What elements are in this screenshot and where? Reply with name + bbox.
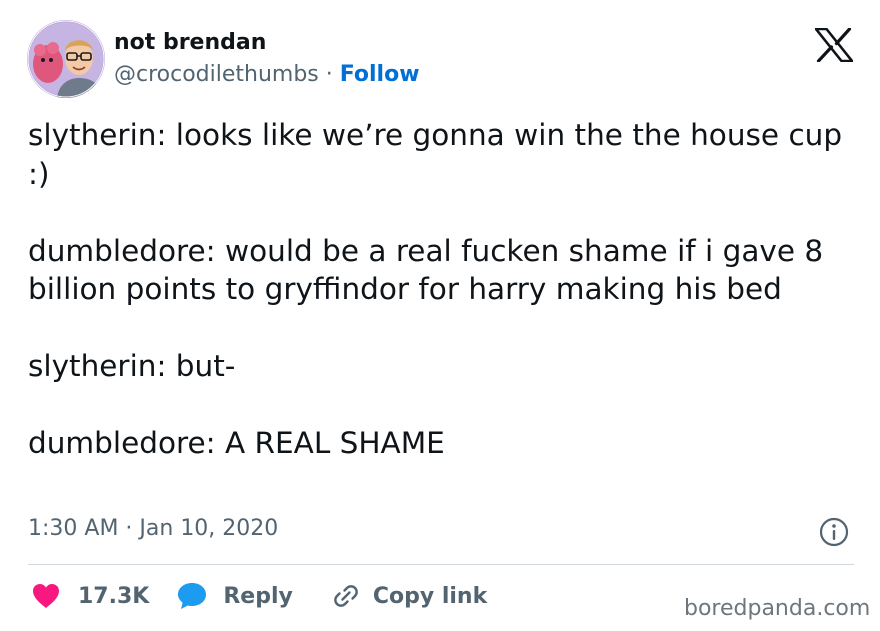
user-handle[interactable]: @crocodilethumbs [114, 62, 319, 87]
like-count: 17.3K [78, 583, 150, 609]
avatar-image [27, 20, 105, 98]
handle-separator: · [318, 62, 340, 87]
tweet-paragraph: dumbledore: A REAL SHAME [28, 426, 445, 460]
speech-bubble-icon [177, 582, 207, 610]
like-button[interactable]: 17.3K [32, 583, 149, 609]
tweet-paragraph: slytherin: but- [28, 349, 236, 383]
avatar[interactable] [27, 20, 105, 98]
follow-button[interactable]: Follow [340, 62, 420, 87]
author-block: not brendan @crocodilethumbs · Follow [114, 28, 420, 90]
copy-link-button[interactable]: Copy link [331, 581, 487, 611]
tweet-timestamp[interactable]: 1:30 AM · Jan 10, 2020 [28, 514, 278, 544]
handle-line: @crocodilethumbs · Follow [114, 60, 420, 90]
tweet-card: not brendan @crocodilethumbs · Follow sl… [0, 0, 880, 631]
copy-link-label: Copy link [372, 583, 488, 609]
tweet-text: slytherin: looks like we’re gonna win th… [28, 116, 858, 463]
heart-icon [32, 583, 60, 609]
info-icon[interactable] [818, 516, 850, 548]
divider [28, 564, 854, 565]
reply-label: Reply [223, 583, 293, 609]
watermark: boredpanda.com [684, 596, 871, 621]
tweet-paragraph: slytherin: looks like we’re gonna win th… [28, 118, 843, 191]
action-bar: 17.3K Reply Copy link [32, 580, 487, 612]
x-logo-icon[interactable] [814, 27, 854, 63]
display-name[interactable]: not brendan [114, 28, 420, 58]
reply-button[interactable]: Reply [177, 582, 293, 610]
link-icon [331, 581, 361, 611]
tweet-paragraph: dumbledore: would be a real fucken shame… [28, 233, 824, 307]
